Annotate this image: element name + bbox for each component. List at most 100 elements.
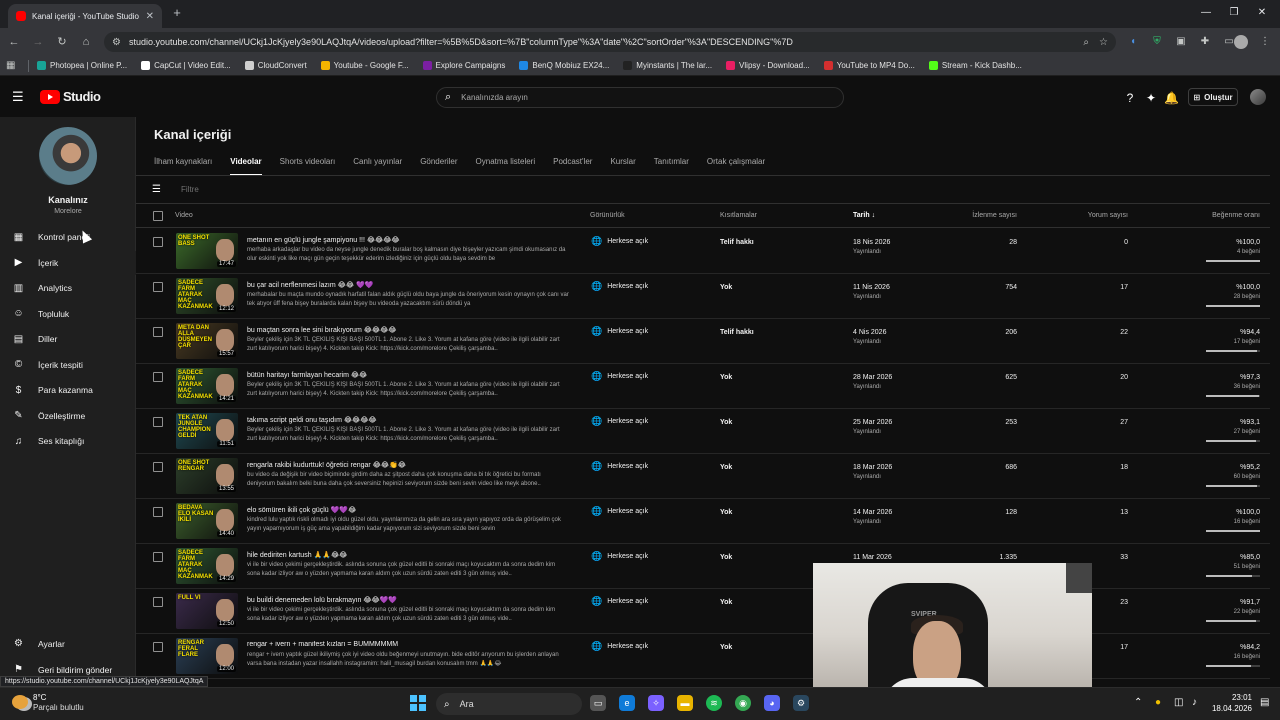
col-visibility[interactable]: Görünürlük: [590, 212, 625, 219]
sidebar-item-settings[interactable]: ⚙ Ayarlar: [12, 638, 65, 649]
video-title[interactable]: bu buildi denemeden lolü bırakmayın 😂😂💜💜: [247, 596, 577, 604]
copilot-icon[interactable]: ✧: [648, 695, 664, 711]
extension-shield-icon[interactable]: ⛨: [1150, 35, 1164, 49]
col-views[interactable]: İzlenme sayısı: [972, 212, 1017, 219]
file-explorer-icon[interactable]: ▬: [677, 695, 693, 711]
clock-time[interactable]: 23:01: [1212, 693, 1252, 702]
weather-temp[interactable]: 8°C: [33, 693, 46, 702]
sidebar-item-customization[interactable]: ✎ Özelleştirme: [0, 404, 136, 428]
video-thumbnail[interactable]: BEDAVA ELO KASAN İKİLİ 14:40: [176, 503, 238, 539]
filter-bar[interactable]: [136, 176, 1270, 204]
row-checkbox[interactable]: [153, 282, 163, 292]
table-row[interactable]: ONE SHOT RENGAR 13:55 rengarla rakibi kudu…: [136, 454, 1270, 499]
video-title[interactable]: rengarla rakibi kudurttuk! öğretici reng…: [247, 461, 577, 469]
create-button[interactable]: ⊞ Oluştur: [1188, 88, 1238, 106]
row-checkbox[interactable]: [153, 552, 163, 562]
browser-tab[interactable]: Kanal içeriği - YouTube Studio ✕: [8, 4, 162, 28]
row-checkbox[interactable]: [153, 507, 163, 517]
visibility-cell[interactable]: 🌐 Herkese açık: [591, 551, 648, 562]
tab-item[interactable]: Oynatma listeleri: [476, 157, 536, 176]
url-text[interactable]: studio.youtube.com/channel/UCkj1JcKjyely…: [129, 37, 1073, 47]
sidebar-item-analytics[interactable]: ▥ Analytics: [0, 276, 136, 300]
bookmark-star-icon[interactable]: ☆: [1099, 37, 1108, 48]
notification-center-icon[interactable]: ▤: [1260, 697, 1269, 708]
sparkle-icon[interactable]: ✦: [1144, 91, 1158, 105]
sidebar-item-dashboard[interactable]: ▦ Kontrol paneli: [0, 225, 136, 249]
visibility-cell[interactable]: 🌐 Herkese açık: [591, 506, 648, 517]
minimize-icon[interactable]: —: [1196, 4, 1216, 22]
col-comments[interactable]: Yorum sayısı: [1088, 212, 1128, 219]
notifications-bell-icon[interactable]: 🔔: [1164, 91, 1179, 105]
video-title[interactable]: bu çar acil nerflenmesi lazım 😂😂 💜💜: [247, 281, 577, 289]
back-icon[interactable]: ←: [6, 34, 22, 50]
network-icon[interactable]: ◫: [1174, 697, 1183, 708]
clock-date[interactable]: 18.04.2026: [1205, 704, 1252, 713]
discord-icon[interactable]: ◕: [764, 695, 780, 711]
browser-menu-icon[interactable]: ⋮: [1258, 35, 1272, 49]
visibility-cell[interactable]: 🌐 Herkese açık: [591, 461, 648, 472]
visibility-cell[interactable]: 🌐 Herkese açık: [591, 416, 648, 427]
video-title[interactable]: hile dediriten kartush 🙏🙏😂😂: [247, 551, 577, 559]
help-icon[interactable]: ?: [1123, 91, 1137, 105]
bookmark-item[interactable]: Photopea | Online P...: [37, 61, 127, 70]
bookmark-item[interactable]: Stream - Kick Dashb...: [928, 61, 1022, 70]
sidebar-item-monetization[interactable]: $ Para kazanma: [0, 378, 136, 402]
new-tab-icon[interactable]: +: [170, 6, 184, 20]
video-title[interactable]: takıma script geldi onu taşıdım 😂😂😂😂: [247, 416, 577, 424]
profile-avatar-icon[interactable]: [1234, 35, 1248, 49]
taskbar-search[interactable]: ⌕ Ara: [436, 693, 582, 715]
channel-search-input[interactable]: ⌕ Kanalınızda arayın: [436, 87, 844, 108]
steam-icon[interactable]: ⚙: [793, 695, 809, 711]
table-row[interactable]: ONE SHOT BASS 17:47 metanın en güçlü jungl…: [136, 229, 1270, 274]
video-thumbnail[interactable]: SADECE FARM ATARAK MAÇ KAZANMAK 14:21: [176, 368, 238, 404]
row-checkbox[interactable]: [153, 597, 163, 607]
row-checkbox[interactable]: [153, 327, 163, 337]
close-window-icon[interactable]: ✕: [1252, 4, 1272, 22]
filter-input[interactable]: Filtre: [181, 185, 199, 194]
bookmark-item[interactable]: Explore Campaigns: [422, 61, 505, 70]
channel-avatar[interactable]: [39, 127, 97, 185]
edge-icon[interactable]: e: [619, 695, 635, 711]
table-row[interactable]: RENGAR FERAL FLARE 12:00 rengar + ivern + …: [136, 634, 1270, 679]
address-bar[interactable]: ⚙ studio.youtube.com/channel/UCkj1JcKjye…: [104, 32, 1116, 52]
video-title[interactable]: metanın en güçlü jungle şampiyonu !!! 😂😂…: [247, 236, 577, 244]
video-thumbnail[interactable]: META DAN ALLA DÜŞMEYEN ÇAR 15:57: [176, 323, 238, 359]
bookmark-item[interactable]: BenQ Mobiuz EX24...: [519, 61, 609, 70]
table-row[interactable]: SADECE FARM ATARAK MAÇ KAZANMAK 14:29 hile…: [136, 544, 1270, 589]
tray-microphone-icon[interactable]: ●: [1155, 697, 1161, 708]
video-thumbnail[interactable]: RENGAR FERAL FLARE 12:00: [176, 638, 238, 674]
tab-item[interactable]: Canlı yayınlar: [353, 157, 402, 176]
spotify-icon[interactable]: ≋: [706, 695, 722, 711]
tray-chevron-icon[interactable]: ⌃: [1134, 697, 1142, 708]
bookmark-item[interactable]: Vlipsy - Download...: [726, 61, 810, 70]
video-thumbnail[interactable]: SADECE FARM ATARAK MAÇ KAZANMAK 14:29: [176, 548, 238, 584]
sidebar-item-audio-library[interactable]: ♫ Ses kitaplığı: [0, 429, 136, 453]
visibility-cell[interactable]: 🌐 Herkese açık: [591, 326, 648, 337]
home-icon[interactable]: ⌂: [78, 34, 94, 50]
sidebar-item-subtitles[interactable]: ▤ Diller: [0, 327, 136, 351]
site-info-icon[interactable]: ⚙: [112, 37, 121, 48]
row-checkbox[interactable]: [153, 417, 163, 427]
chrome-icon[interactable]: ◉: [735, 695, 751, 711]
account-avatar[interactable]: [1250, 89, 1266, 105]
extensions-puzzle-icon[interactable]: ✚: [1198, 35, 1212, 49]
menu-icon[interactable]: ☰: [12, 90, 26, 104]
video-thumbnail[interactable]: TEK ATAN JUNGLE CHAMPION GELDİ 11:51: [176, 413, 238, 449]
bookmark-item[interactable]: CloudConvert: [244, 61, 307, 70]
col-date[interactable]: Tarih ↓: [853, 212, 875, 219]
row-checkbox[interactable]: [153, 372, 163, 382]
row-checkbox[interactable]: [153, 237, 163, 247]
table-row[interactable]: BEDAVA ELO KASAN İKİLİ 14:40 elo sömüren i…: [136, 499, 1270, 544]
video-thumbnail[interactable]: FULL VI 12:50: [176, 593, 238, 629]
tab-item[interactable]: Shorts videoları: [280, 157, 336, 176]
bookmark-item[interactable]: YouTube to MP4 Do...: [823, 61, 915, 70]
video-title[interactable]: rengar + ivern + manifest kızları = BUMM…: [247, 641, 577, 648]
visibility-cell[interactable]: 🌐 Herkese açık: [591, 371, 648, 382]
weather-partly-cloudy-icon[interactable]: [12, 695, 28, 709]
sidebar-item-feedback[interactable]: ⚑ Geri bildirim gönder: [12, 664, 112, 675]
video-title[interactable]: bütün haritayı farmlayan hecarim 😂😂: [247, 371, 577, 379]
select-all-checkbox[interactable]: [153, 211, 163, 221]
weather-description[interactable]: Parçalı bulutlu: [33, 703, 84, 712]
video-thumbnail[interactable]: ONE SHOT BASS 17:47: [176, 233, 238, 269]
apps-grid-icon[interactable]: ▦: [6, 60, 18, 71]
